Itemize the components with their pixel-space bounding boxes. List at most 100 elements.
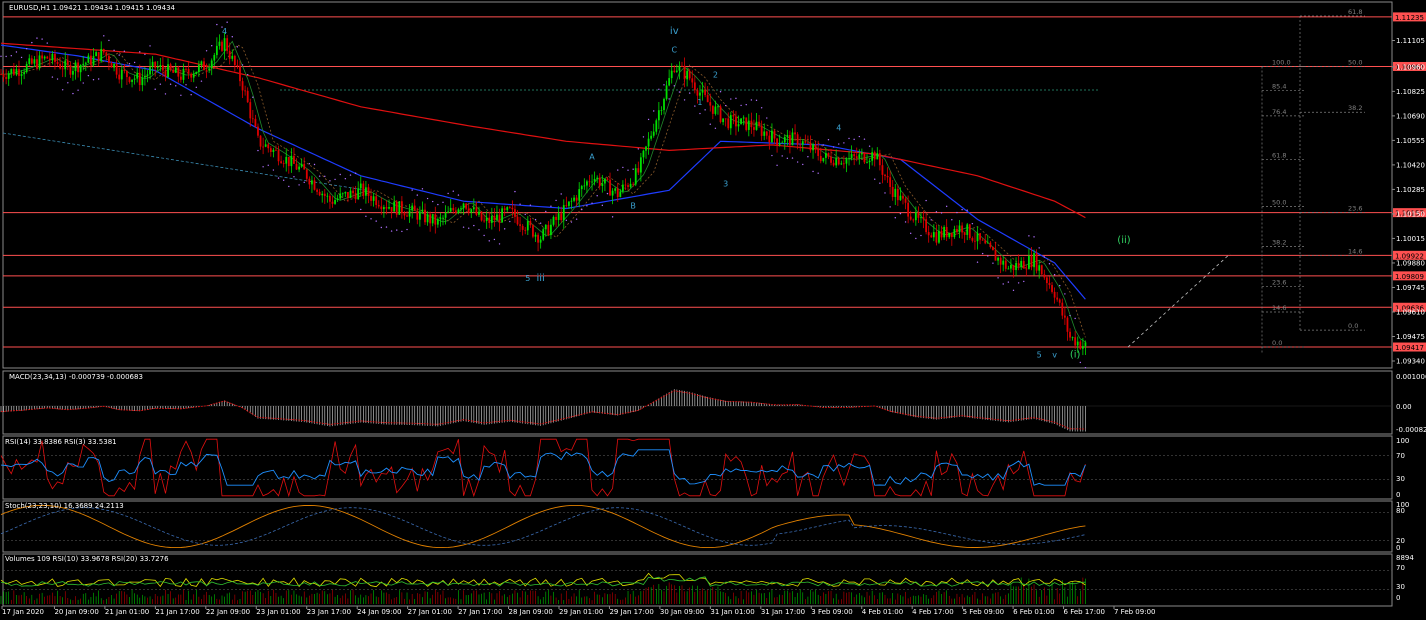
- candle-body: [840, 163, 843, 165]
- sar-dot: [617, 169, 619, 171]
- candle-body: [454, 210, 457, 213]
- sar-dot: [154, 88, 156, 90]
- sar-dot: [632, 168, 634, 170]
- rsi-tick-0: 0: [1396, 491, 1400, 499]
- candle-body: [876, 153, 879, 160]
- sar-dot: [493, 238, 496, 241]
- candle-body: [118, 74, 121, 80]
- sar-dot: [714, 127, 717, 130]
- candle-body: [537, 234, 539, 243]
- fib-level-label: 23.6: [1272, 279, 1286, 287]
- candle-body: [359, 183, 362, 189]
- rsi-slow-line: [0, 449, 1086, 486]
- candle-body: [1084, 342, 1087, 347]
- candle-body: [498, 214, 501, 223]
- candle-body: [264, 144, 267, 147]
- sar-dot: [432, 200, 434, 203]
- candle-body: [344, 192, 347, 194]
- moving-averages: [0, 40, 1086, 343]
- candle-body: [860, 152, 863, 155]
- price-tick-label: 1.10285: [1396, 186, 1425, 194]
- sar-dot: [848, 137, 850, 140]
- candle-body: [1007, 268, 1010, 270]
- rsi-tick-70: 70: [1396, 452, 1405, 460]
- candle-body: [1033, 253, 1035, 268]
- candle-body: [2, 74, 5, 78]
- chart-canvas[interactable]: 1.112351.109621.101571.099221.098091.096…: [0, 0, 1426, 616]
- candle-body: [786, 134, 789, 137]
- candle-body: [1030, 255, 1033, 268]
- sar-dot: [724, 104, 727, 107]
- vol-tick-70: 70: [1396, 564, 1405, 572]
- candle-body: [532, 225, 534, 237]
- candle-body: [108, 55, 110, 63]
- candle-body: [804, 141, 807, 143]
- candle-body: [570, 200, 573, 202]
- candle-body: [1012, 265, 1015, 271]
- candle-body: [1045, 277, 1048, 284]
- sar-dot: [694, 105, 696, 107]
- sar-dot: [61, 89, 64, 91]
- candle-body: [169, 64, 172, 70]
- sar-dot: [827, 139, 830, 141]
- candle-body: [747, 120, 750, 130]
- candle-body: [30, 58, 33, 64]
- candle-body: [179, 76, 182, 80]
- candle-body: [837, 158, 840, 165]
- sar-dot: [647, 118, 650, 121]
- candle-body: [84, 62, 87, 64]
- sar-dot: [1059, 284, 1061, 287]
- candle-body: [267, 144, 270, 149]
- wave-label: v: [1052, 350, 1057, 359]
- candle-body: [485, 217, 488, 222]
- sar-dot: [92, 78, 95, 81]
- candle-body: [133, 78, 136, 80]
- sar-dot: [817, 172, 819, 174]
- candle-body: [1071, 337, 1074, 339]
- candle-body: [735, 116, 737, 127]
- sar-dot: [987, 255, 989, 257]
- sar-dot: [282, 179, 285, 181]
- candle-body: [539, 239, 542, 243]
- sar-dot: [570, 221, 573, 223]
- candle-body: [614, 188, 617, 191]
- horizontal-lines: 1.112351.109621.101571.099221.098091.096…: [3, 12, 1426, 352]
- candle-body: [339, 193, 342, 199]
- candle-body: [97, 52, 100, 62]
- sar-dot: [488, 240, 490, 242]
- time-tick-label: 17 Jan 2020: [2, 608, 44, 616]
- sar-dot: [663, 84, 665, 86]
- candle-body: [205, 70, 208, 71]
- candle-body: [578, 189, 581, 201]
- candle-body: [603, 178, 606, 184]
- candle-body: [462, 203, 465, 209]
- wave-label: C: [671, 45, 677, 54]
- candle-body: [123, 69, 126, 71]
- sar-dot: [226, 21, 228, 23]
- candle-body: [778, 143, 781, 146]
- vol-tick-30: 30: [1396, 583, 1405, 591]
- candle-body: [228, 50, 231, 59]
- candle-body: [321, 193, 324, 196]
- sar-dot: [930, 219, 932, 221]
- sar-dot: [514, 190, 516, 193]
- candle-body: [472, 207, 475, 210]
- wave-label: 5: [525, 274, 530, 283]
- wave-label: 5: [1037, 350, 1042, 359]
- candle-body: [395, 201, 398, 215]
- candle-body: [1063, 315, 1066, 318]
- candle-body: [606, 178, 609, 180]
- candle-body: [182, 68, 185, 80]
- sar-dot: [627, 169, 629, 171]
- fib-right-label: 38.2: [1348, 104, 1362, 112]
- sar-dot: [884, 192, 886, 194]
- candle-body: [971, 238, 974, 241]
- candle-body: [503, 208, 506, 211]
- candle-body: [87, 55, 90, 63]
- candle-body: [514, 209, 516, 217]
- candle-body: [300, 163, 303, 167]
- candle-body: [588, 181, 591, 183]
- candle-body: [781, 142, 784, 144]
- price-tick-label: 1.10960: [1396, 63, 1425, 71]
- sar-dot: [211, 45, 213, 47]
